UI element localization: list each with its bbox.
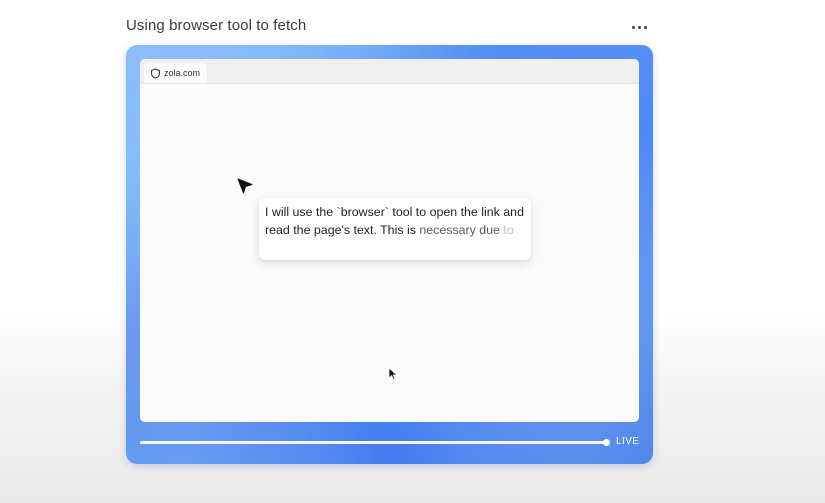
browser-window: zola.com I will use the `browser` tool t… (140, 59, 639, 422)
shield-icon (150, 67, 161, 79)
tab-zola[interactable]: zola.com (144, 63, 207, 83)
live-badge: LIVE (616, 436, 640, 447)
tab-bar: zola.com (140, 59, 639, 84)
agent-thought-bubble: I will use the `browser` tool to open th… (259, 198, 531, 260)
more-dot-icon (637, 25, 641, 29)
message-text-faded: to (503, 222, 514, 237)
agent-cursor-icon (237, 178, 255, 196)
mouse-pointer-icon (388, 367, 400, 381)
browser-viewer-frame: zola.com I will use the `browser` tool t… (126, 45, 653, 464)
message-text-fading: necessary due (419, 222, 504, 237)
progress-handle[interactable] (603, 439, 610, 446)
playback-progress-bar[interactable] (140, 439, 610, 446)
page-title: Using browser tool to fetch (126, 17, 307, 34)
tab-label: zola.com (164, 68, 201, 78)
more-options-button[interactable] (626, 18, 652, 36)
more-dot-icon (643, 25, 647, 29)
more-dot-icon (631, 25, 635, 29)
